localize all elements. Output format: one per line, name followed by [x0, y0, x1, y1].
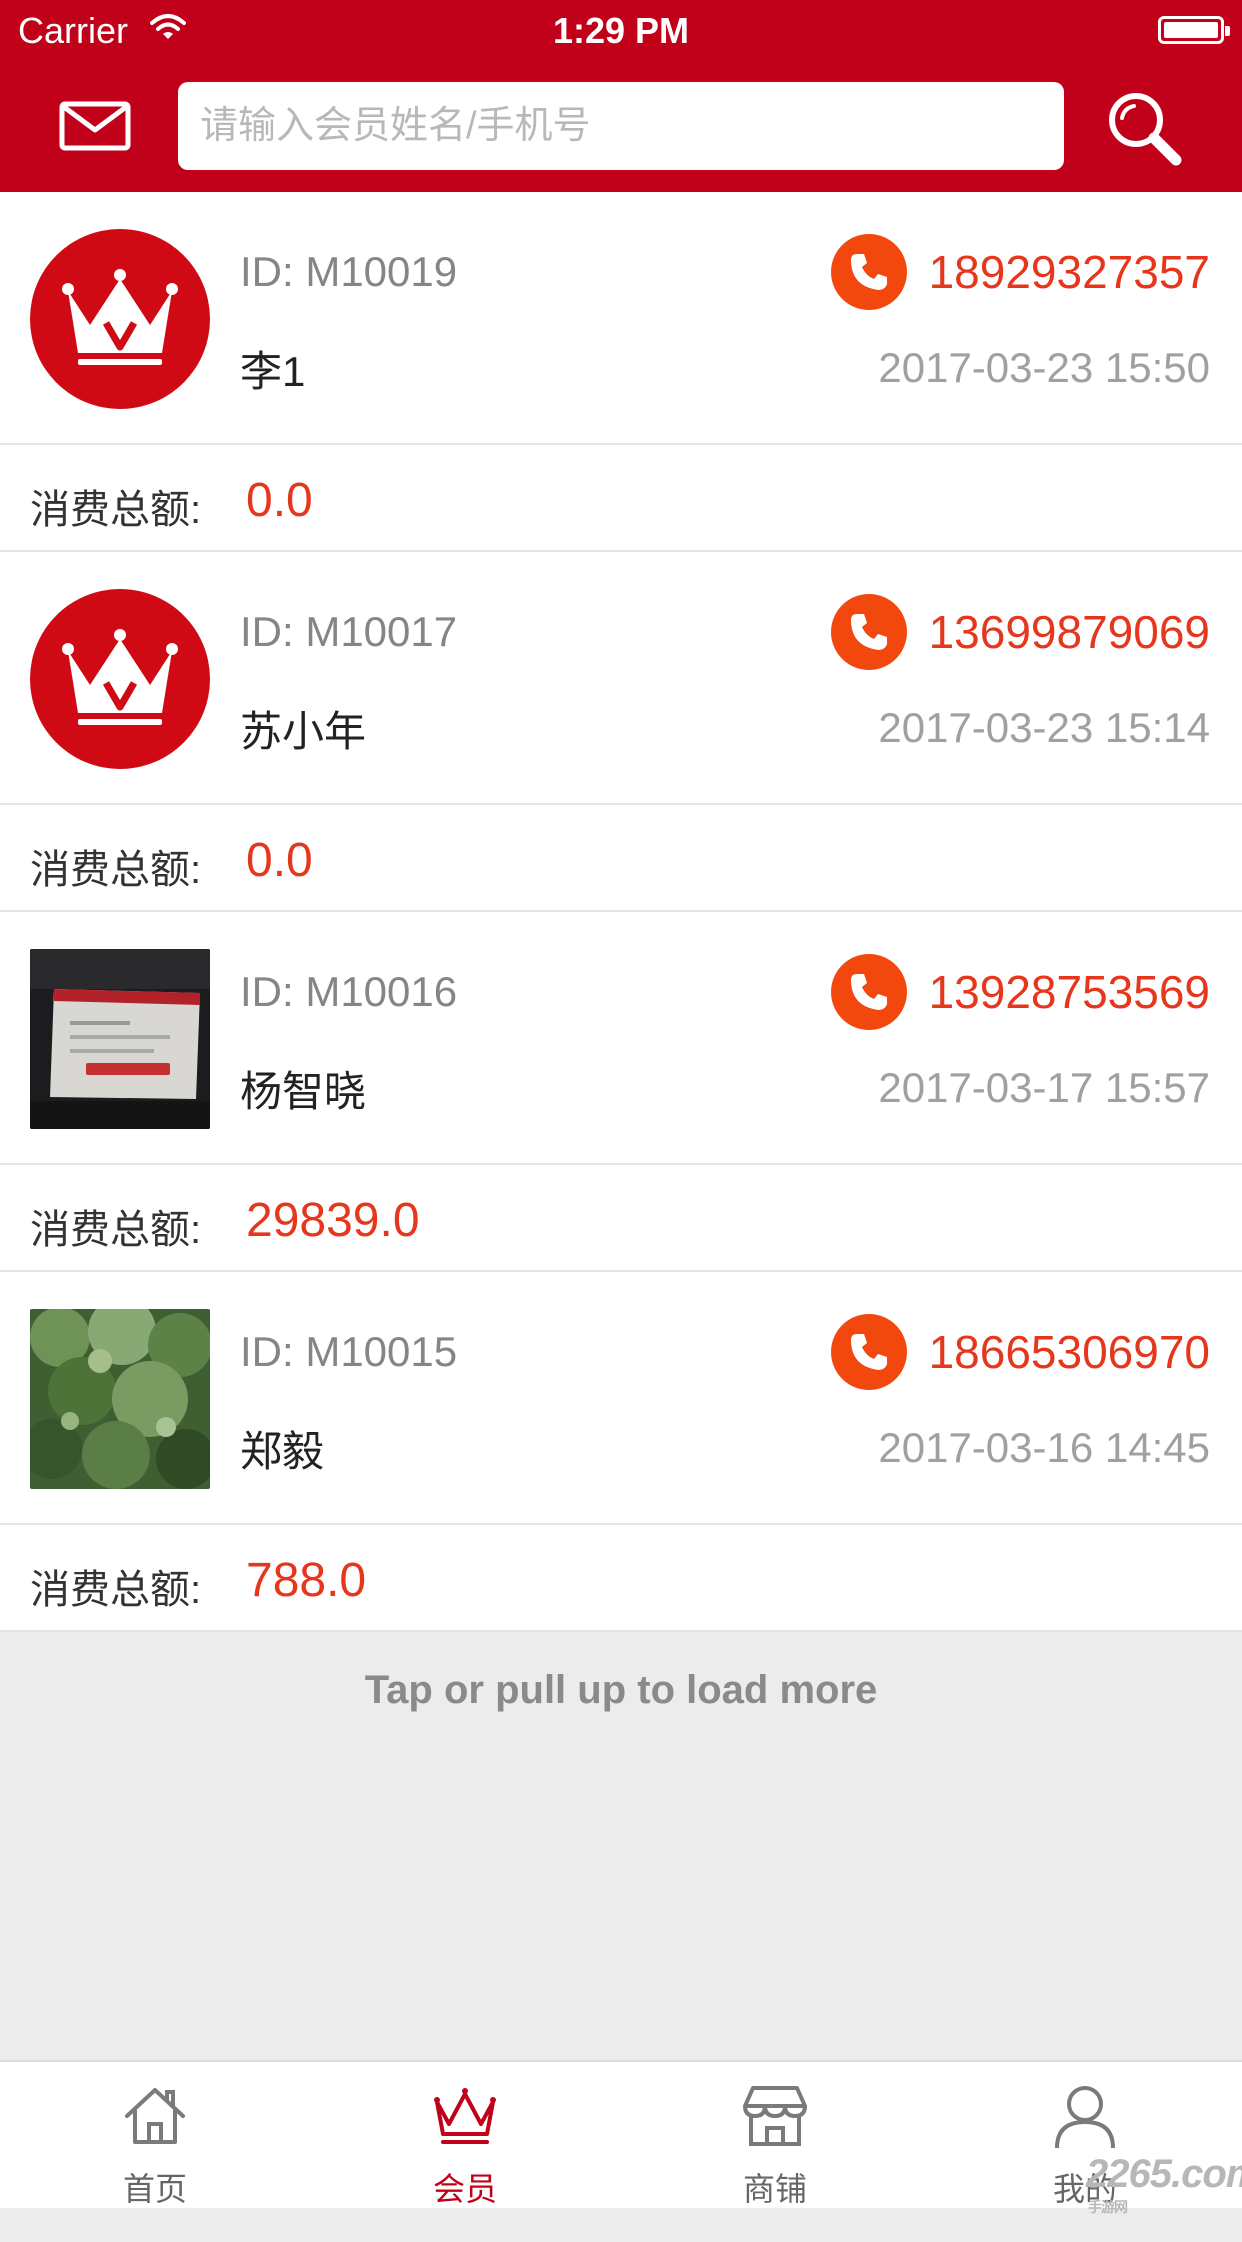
member-avatar — [30, 229, 210, 409]
call-button[interactable]: 13699879069 — [830, 594, 1210, 670]
tree-photo-image — [30, 1309, 210, 1489]
total-label: 消费总额: — [30, 1568, 202, 1612]
phone-icon[interactable] — [830, 234, 907, 310]
member-date: 2017-03-17 15:57 — [878, 1064, 1210, 1111]
watermark-text: 2265 — [1086, 2152, 1172, 2196]
header-bar — [0, 62, 1242, 192]
member-list: ID: M10019 李1 18929327357 2017-03-23 15:… — [0, 192, 1242, 1632]
member-row[interactable]: ID: M10017 苏小年 13699879069 2017-03-23 15… — [0, 552, 1242, 805]
member-date: 2017-03-16 14:45 — [878, 1424, 1210, 1471]
tab-label: 商铺 — [742, 2171, 807, 2207]
member-row[interactable]: ID: M10016 杨智晓 13928753569 2017-03-17 15… — [0, 912, 1242, 1165]
call-button[interactable]: 18665306970 — [830, 1314, 1210, 1390]
search-icon[interactable] — [1104, 88, 1184, 168]
tab-home[interactable]: 首页 — [0, 2062, 310, 2210]
total-row: 消费总额: 0.0 — [0, 445, 1242, 552]
phone-icon[interactable] — [830, 594, 907, 670]
total-value: 0.0 — [246, 834, 313, 887]
member-search-input[interactable] — [178, 82, 1064, 170]
total-label: 消费总额: — [30, 488, 202, 532]
member-date: 2017-03-23 15:50 — [878, 344, 1210, 391]
crown-logo-icon — [62, 269, 178, 365]
total-label: 消费总额: — [30, 848, 202, 892]
member-id: ID: M10017 — [240, 608, 458, 655]
watermark-note: 手游网 — [1088, 2199, 1128, 2215]
crown-icon — [434, 2088, 496, 2144]
tab-shop[interactable]: 商铺 — [620, 2062, 930, 2210]
member-phone[interactable]: 13699879069 — [929, 605, 1210, 659]
call-button[interactable]: 13928753569 — [830, 954, 1210, 1030]
member-avatar — [30, 1309, 210, 1489]
member-row[interactable]: ID: M10015 郑毅 18665306970 2017-03-16 14:… — [0, 1272, 1242, 1525]
member-phone[interactable]: 18929327357 — [929, 245, 1210, 299]
member-date: 2017-03-23 15:14 — [878, 704, 1210, 751]
member-phone[interactable]: 18665306970 — [929, 1325, 1210, 1379]
home-icon — [125, 2088, 185, 2144]
user-icon — [1055, 2086, 1115, 2149]
member-row[interactable]: ID: M10019 李1 18929327357 2017-03-23 15:… — [0, 192, 1242, 445]
screen-photo-image — [30, 949, 210, 1129]
total-row: 消费总额: 788.0 — [0, 1525, 1242, 1632]
member-avatar — [30, 949, 210, 1129]
call-button[interactable]: 18929327357 — [830, 234, 1210, 310]
tab-bar: 首页 会员 商铺 我的 — [0, 2060, 1242, 2208]
member-avatar — [30, 589, 210, 769]
tab-label: 会员 — [432, 2171, 497, 2207]
member-name: 杨智晓 — [240, 1068, 367, 1115]
total-row: 消费总额: 29839.0 — [0, 1165, 1242, 1272]
status-time: 1:29 PM — [552, 10, 690, 51]
phone-icon[interactable] — [830, 954, 907, 1030]
total-value: 29839.0 — [246, 1194, 420, 1247]
member-name: 苏小年 — [240, 708, 367, 755]
battery-icon — [1158, 16, 1230, 44]
crown-logo-icon — [62, 629, 178, 725]
total-value: 788.0 — [246, 1554, 367, 1607]
shop-icon — [743, 2086, 807, 2146]
tab-members[interactable]: 会员 — [310, 2062, 620, 2210]
mail-icon[interactable] — [58, 98, 132, 154]
member-phone[interactable]: 13928753569 — [929, 965, 1210, 1019]
status-bar: Carrier 1:29 PM — [0, 0, 1242, 62]
tab-label: 首页 — [122, 2171, 187, 2207]
total-label: 消费总额: — [30, 1208, 202, 1252]
total-value: 0.0 — [246, 474, 313, 527]
total-row: 消费总额: 0.0 — [0, 805, 1242, 912]
member-id: ID: M10016 — [240, 968, 458, 1015]
member-name: 郑毅 — [240, 1428, 325, 1475]
watermark-suffix: .com — [1170, 2152, 1242, 2196]
member-id: ID: M10019 — [240, 248, 458, 295]
watermark-logo: 2265.com 手游网 — [1086, 2152, 1242, 2242]
member-id: ID: M10015 — [240, 1328, 458, 1375]
load-more-button[interactable]: Tap or pull up to load more — [0, 1668, 1242, 1713]
phone-icon[interactable] — [830, 1314, 907, 1390]
member-name: 李1 — [240, 348, 306, 395]
